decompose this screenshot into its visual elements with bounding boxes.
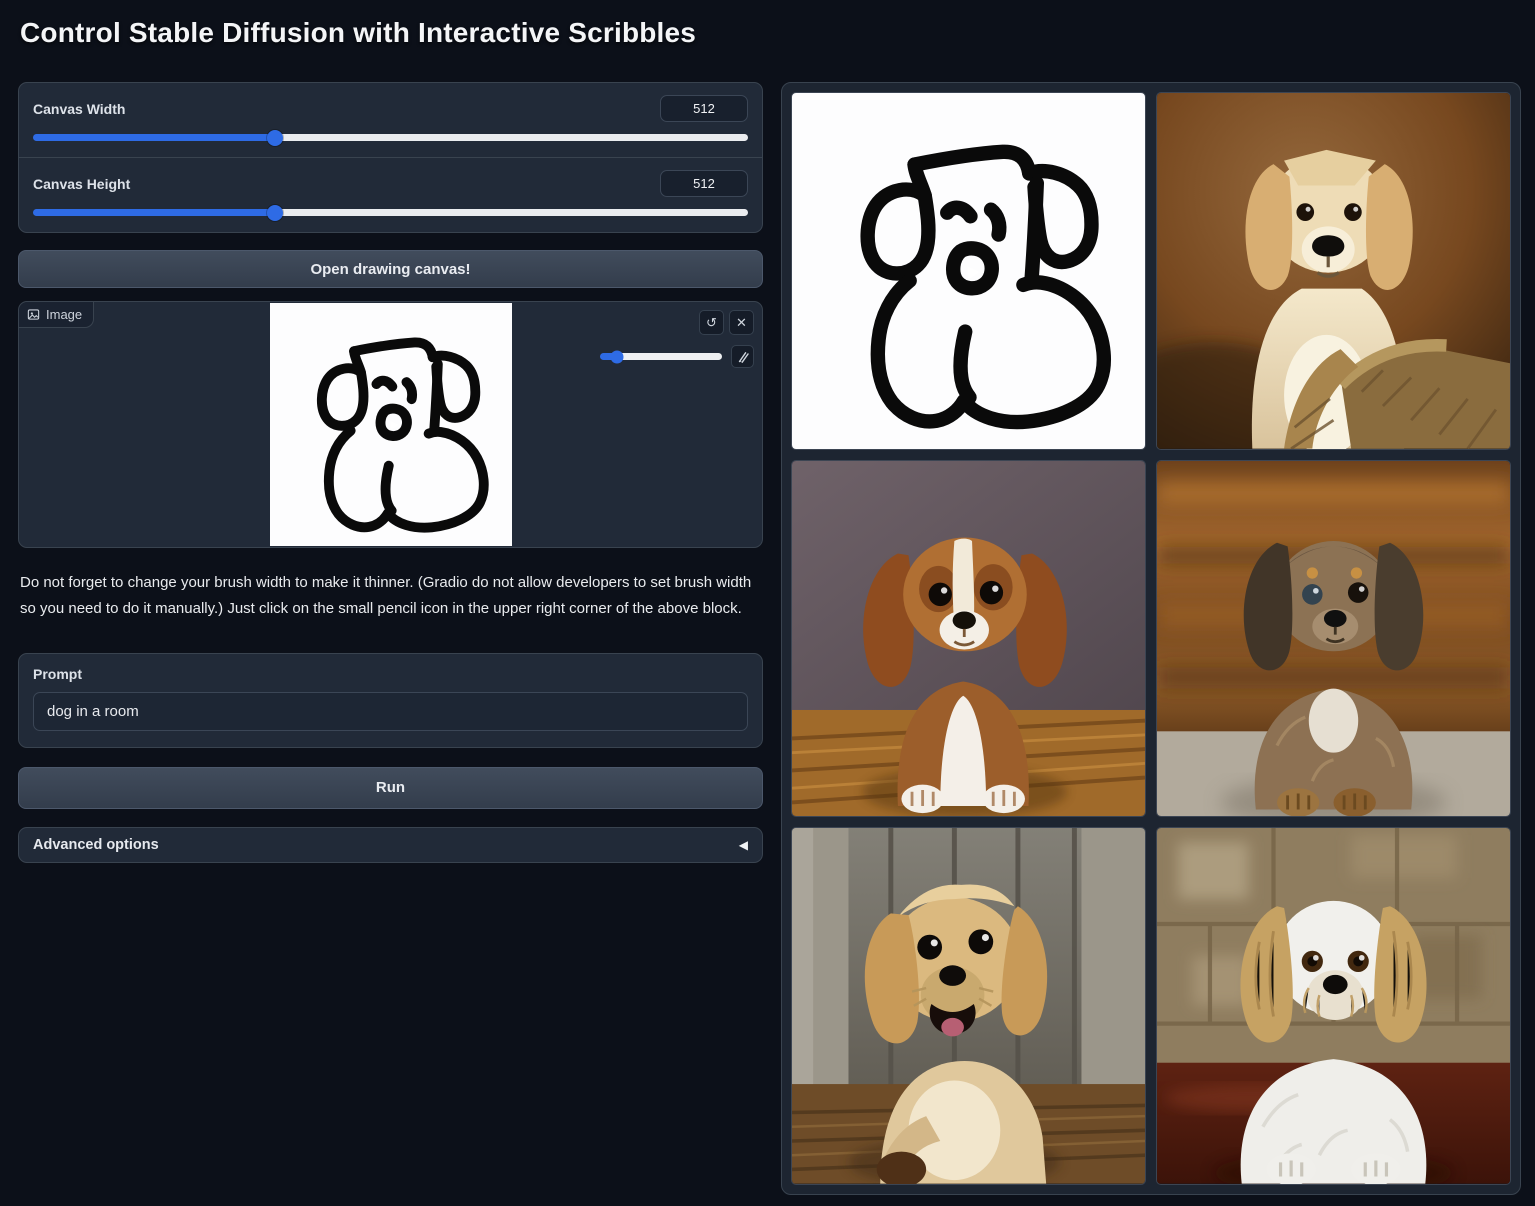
clear-image-button[interactable]: ✕ — [729, 310, 754, 335]
gallery-image-2[interactable] — [791, 460, 1146, 818]
canvas-height-label: Canvas Height — [33, 176, 130, 192]
canvas-height-row: Canvas Height — [19, 157, 762, 232]
undo-button[interactable]: ↺ — [699, 310, 724, 335]
main-columns: Canvas Width Canvas Height Open drawing … — [0, 82, 1535, 1195]
gallery-image-scribble[interactable] — [791, 92, 1146, 450]
page-title: Control Stable Diffusion with Interactiv… — [20, 17, 696, 49]
gallery-image-1[interactable] — [1156, 92, 1511, 450]
prompt-input[interactable] — [33, 692, 748, 731]
dog-scribble-result — [792, 93, 1145, 449]
brush-size-slider-handle[interactable] — [611, 350, 624, 363]
generated-dog-1 — [1157, 93, 1510, 449]
open-drawing-canvas-button[interactable]: Open drawing canvas! — [18, 250, 763, 288]
brush-size-row — [600, 345, 754, 368]
chevron-left-icon: ◀ — [739, 838, 748, 852]
brush-width-note: Do not forget to change your brush width… — [20, 570, 761, 623]
generated-dog-3 — [1157, 461, 1510, 817]
canvas-width-row: Canvas Width — [19, 83, 762, 157]
dog-scribble-drawing — [270, 303, 512, 545]
brush-size-slider[interactable] — [600, 353, 722, 360]
generated-dog-5 — [1157, 828, 1510, 1184]
canvas-size-panel: Canvas Width Canvas Height — [18, 82, 763, 233]
controls-column: Canvas Width Canvas Height Open drawing … — [18, 82, 763, 1195]
results-column — [781, 82, 1521, 1195]
brush-width-button[interactable] — [731, 345, 754, 368]
image-block-label: Image — [46, 307, 82, 322]
generated-dog-4 — [792, 828, 1145, 1184]
canvas-height-slider[interactable] — [33, 209, 748, 216]
canvas-height-input[interactable] — [660, 170, 748, 197]
gallery-image-3[interactable] — [1156, 460, 1511, 818]
close-icon: ✕ — [736, 316, 747, 329]
canvas-width-label: Canvas Width — [33, 101, 125, 117]
prompt-label: Prompt — [33, 666, 748, 682]
image-editor-block: Image — [18, 301, 763, 548]
canvas-width-slider[interactable] — [33, 134, 748, 141]
image-block-tab: Image — [19, 302, 94, 328]
canvas-width-slider-handle[interactable] — [267, 130, 283, 146]
undo-icon: ↺ — [706, 316, 717, 329]
scribble-canvas[interactable] — [270, 303, 512, 546]
canvas-width-input[interactable] — [660, 95, 748, 122]
gallery-image-5[interactable] — [1156, 827, 1511, 1185]
advanced-options-label: Advanced options — [33, 837, 159, 853]
advanced-options-accordion[interactable]: Advanced options ◀ — [18, 827, 763, 863]
run-button[interactable]: Run — [18, 767, 763, 809]
page-header: Control Stable Diffusion with Interactiv… — [0, 0, 1535, 66]
prompt-panel: Prompt — [18, 653, 763, 748]
result-gallery — [781, 82, 1521, 1195]
generated-dog-2 — [792, 461, 1145, 817]
canvas-height-slider-handle[interactable] — [267, 205, 283, 221]
image-icon — [27, 308, 40, 321]
gallery-image-4[interactable] — [791, 827, 1146, 1185]
pencil-icon — [737, 351, 749, 363]
